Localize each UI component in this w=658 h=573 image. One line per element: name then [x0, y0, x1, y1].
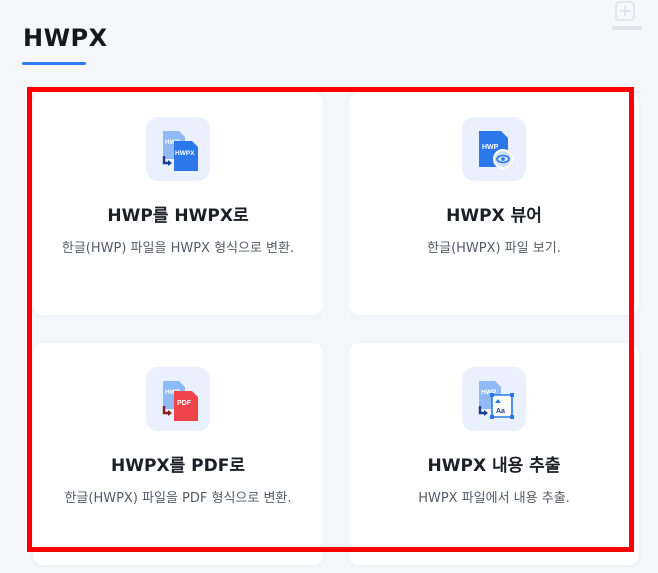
hwpx-viewer-icon: HWP: [462, 117, 526, 181]
card-description: HWPX 파일에서 내용 추출.: [418, 491, 570, 506]
tool-card-hwpx-viewer[interactable]: HWP HWPX 뷰어 한글(HWPX) 파일 보기.: [349, 93, 639, 315]
tool-card-hwpx-to-pdf[interactable]: HWP PDF HWPX를 PDF로 한글(HWPX) 파일을 PDF 형식으로…: [33, 343, 323, 565]
card-description: 한글(HWPX) 파일을 PDF 형식으로 변환.: [64, 491, 292, 506]
hwp-label: HWP: [482, 144, 499, 151]
card-description: 한글(HWP) 파일을 HWPX 형식으로 변환.: [61, 241, 295, 256]
hwpx-to-pdf-icon: HWP PDF: [146, 367, 210, 431]
card-description: 한글(HWPX) 파일 보기.: [427, 241, 561, 256]
hwp-to-hwpx-icon: HWP HWPX: [146, 117, 210, 181]
card-title: HWPX 내용 추출: [427, 456, 561, 476]
hwpx-extract-icon: HWP Aa: [462, 367, 526, 431]
pdf-label: PDF: [177, 400, 192, 407]
tool-card-hwp-to-hwpx[interactable]: HWP HWPX HWP를 HWPX로 한글(HWP) 파일을 HWPX 형식으…: [33, 93, 323, 315]
hwpx-label: HWPX: [175, 150, 195, 157]
section-title: HWPX: [23, 24, 108, 52]
add-icon[interactable]: [614, 0, 636, 22]
card-title: HWP를 HWPX로: [107, 206, 249, 226]
tool-card-hwpx-extract[interactable]: HWP Aa HWPX 내용 추출 HWPX 파일에서 내용 추출.: [349, 343, 639, 565]
aa-label: Aa: [496, 408, 505, 415]
card-title: HWPX 뷰어: [446, 206, 542, 226]
section-title-underline: [22, 62, 86, 65]
card-title: HWPX를 PDF로: [111, 456, 245, 476]
add-label: [612, 26, 642, 30]
